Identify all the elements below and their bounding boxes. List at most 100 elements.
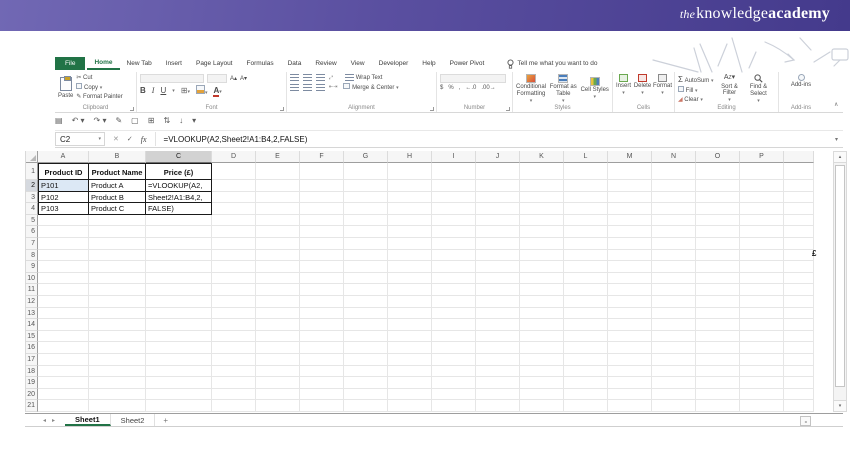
tab-developer[interactable]: Developer <box>372 58 416 69</box>
cell-partial-14[interactable] <box>784 319 814 331</box>
row-header-19[interactable]: 19 <box>26 377 38 389</box>
cell-E7[interactable] <box>256 238 300 250</box>
cell-F17[interactable] <box>300 354 344 366</box>
undo-icon[interactable]: ↶ ▾ <box>72 116 85 125</box>
fill-color-button[interactable]: ▾ <box>196 85 208 96</box>
cell-B8[interactable] <box>89 250 146 262</box>
cell-G12[interactable] <box>344 296 388 308</box>
cell-A10[interactable] <box>38 273 89 285</box>
cell-styles-button[interactable]: Cell Styles▾ <box>581 77 609 101</box>
cell-C6[interactable] <box>146 226 212 238</box>
cell-J19[interactable] <box>476 377 520 389</box>
vertical-scrollbar-thumb[interactable] <box>835 165 845 387</box>
cell-P3[interactable] <box>740 192 784 204</box>
cell-N21[interactable] <box>652 400 696 412</box>
cell-L18[interactable] <box>564 366 608 378</box>
cell-I6[interactable] <box>432 226 476 238</box>
cell-J4[interactable] <box>476 203 520 215</box>
merge-center-button[interactable]: Merge & Center ▾ <box>343 83 398 91</box>
cell-B6[interactable] <box>89 226 146 238</box>
cell-F4[interactable] <box>300 203 344 215</box>
cell-M19[interactable] <box>608 377 652 389</box>
increase-decimal-icon[interactable]: ←.0 <box>465 85 476 91</box>
cell-H10[interactable] <box>388 273 432 285</box>
cell-C4[interactable]: FALSE) <box>146 203 212 215</box>
cell-A9[interactable] <box>38 261 89 273</box>
cell-K19[interactable] <box>520 377 564 389</box>
vertical-scrollbar[interactable]: ▴ ▾ <box>833 151 847 412</box>
cell-N17[interactable] <box>652 354 696 366</box>
cell-K20[interactable] <box>520 389 564 401</box>
cell-A20[interactable] <box>38 389 89 401</box>
cell-B4[interactable]: Product C <box>89 203 146 215</box>
cell-I15[interactable] <box>432 331 476 343</box>
cell-B7[interactable] <box>89 238 146 250</box>
cell-partial-11[interactable] <box>784 284 814 296</box>
cell-K1[interactable] <box>520 163 564 180</box>
cell-B12[interactable] <box>89 296 146 308</box>
cell-G5[interactable] <box>344 215 388 227</box>
cell-H1[interactable] <box>388 163 432 180</box>
cell-D4[interactable] <box>212 203 256 215</box>
cell-N13[interactable] <box>652 308 696 320</box>
cell-K6[interactable] <box>520 226 564 238</box>
cell-I9[interactable] <box>432 261 476 273</box>
cell-partial-1[interactable] <box>784 163 814 180</box>
column-header-M[interactable]: M <box>608 151 652 163</box>
cell-K4[interactable] <box>520 203 564 215</box>
cell-G19[interactable] <box>344 377 388 389</box>
comma-style-icon[interactable]: , <box>459 85 461 91</box>
cell-F9[interactable] <box>300 261 344 273</box>
cell-K5[interactable] <box>520 215 564 227</box>
cell-A18[interactable] <box>38 366 89 378</box>
cell-D7[interactable] <box>212 238 256 250</box>
cell-E3[interactable] <box>256 192 300 204</box>
cell-D12[interactable] <box>212 296 256 308</box>
bold-button[interactable]: B <box>140 86 146 95</box>
clear-button[interactable]: ◢ Clear ▾ <box>678 96 714 103</box>
cell-A3[interactable]: P102 <box>38 192 89 204</box>
cell-G14[interactable] <box>344 319 388 331</box>
cell-B16[interactable] <box>89 342 146 354</box>
cell-G6[interactable] <box>344 226 388 238</box>
save-icon[interactable]: ▤ <box>55 116 63 125</box>
new-file-icon[interactable]: ▢ <box>131 116 139 125</box>
cell-N1[interactable] <box>652 163 696 180</box>
cell-L21[interactable] <box>564 400 608 412</box>
cell-O18[interactable] <box>696 366 740 378</box>
cell-B21[interactable] <box>89 400 146 412</box>
cell-C13[interactable] <box>146 308 212 320</box>
cell-N10[interactable] <box>652 273 696 285</box>
clipboard-dialog-launcher[interactable] <box>130 107 134 111</box>
cell-N4[interactable] <box>652 203 696 215</box>
cell-A7[interactable] <box>38 238 89 250</box>
row-header-4[interactable]: 4 <box>26 203 38 215</box>
row-header-11[interactable]: 11 <box>26 284 38 296</box>
tell-me-box[interactable]: Tell me what you want to do <box>507 59 597 69</box>
cell-H3[interactable] <box>388 192 432 204</box>
cell-L4[interactable] <box>564 203 608 215</box>
cell-J15[interactable] <box>476 331 520 343</box>
tab-home[interactable]: Home <box>87 57 119 70</box>
number-dialog-launcher[interactable] <box>506 107 510 111</box>
cell-C5[interactable] <box>146 215 212 227</box>
sort-ascending-icon[interactable]: ⇅ <box>163 116 170 125</box>
column-header-I[interactable]: I <box>432 151 476 163</box>
column-header-B[interactable]: B <box>89 151 146 163</box>
cell-N6[interactable] <box>652 226 696 238</box>
cell-F5[interactable] <box>300 215 344 227</box>
scroll-down-icon[interactable]: ▾ <box>834 400 846 411</box>
select-all-button[interactable] <box>26 151 38 163</box>
cell-C2[interactable]: =VLOOKUP(A2, <box>146 180 212 192</box>
cell-A19[interactable] <box>38 377 89 389</box>
cell-J20[interactable] <box>476 389 520 401</box>
cell-E9[interactable] <box>256 261 300 273</box>
fill-button[interactable]: Fill ▾ <box>678 86 714 94</box>
cell-B18[interactable] <box>89 366 146 378</box>
row-header-15[interactable]: 15 <box>26 331 38 343</box>
insert-cells-button[interactable]: Insert▾ <box>616 74 631 96</box>
cell-B19[interactable] <box>89 377 146 389</box>
cell-J11[interactable] <box>476 284 520 296</box>
cell-F6[interactable] <box>300 226 344 238</box>
cell-H11[interactable] <box>388 284 432 296</box>
